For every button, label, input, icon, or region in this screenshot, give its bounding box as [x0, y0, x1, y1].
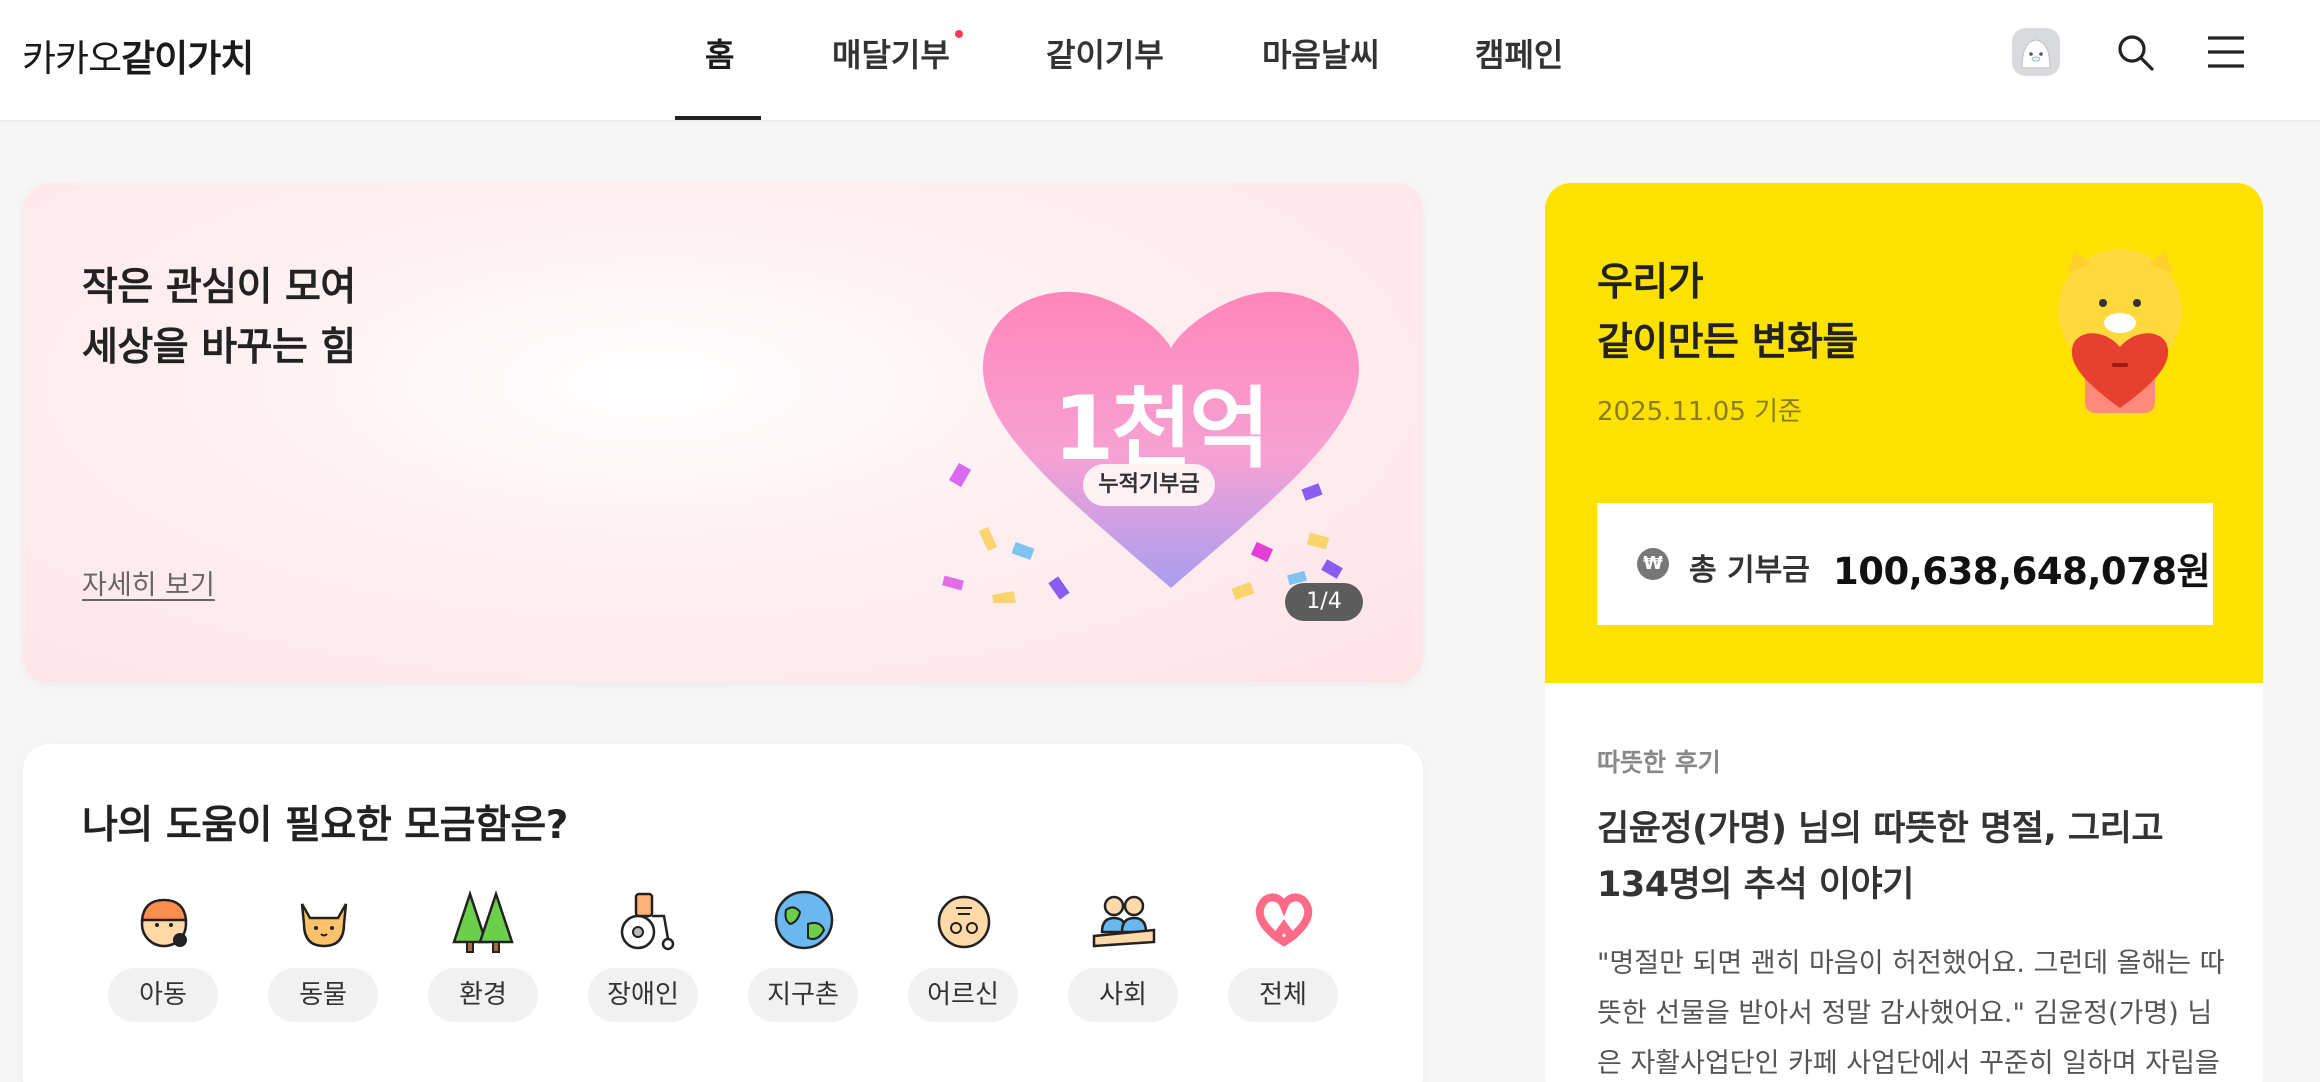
category-label: 어르신: [908, 968, 1018, 1022]
nav-active-underline: [675, 116, 761, 120]
category-elderly[interactable]: 어르신: [908, 884, 1020, 1022]
hero-title-line1: 작은 관심이 모여: [82, 265, 356, 310]
hero-banner[interactable]: 작은 관심이 모여 세상을 바꾸는 힘 자세히 보기 1천억 누적기부금 1/4: [23, 183, 1423, 683]
review-tag: 따뜻한 후기: [1597, 748, 1721, 777]
hero-title: 작은 관심이 모여 세상을 바꾸는 힘: [82, 258, 356, 378]
hero-title-line2: 세상을 바꾸는 힘: [82, 325, 356, 370]
total-donation-label: 총 기부금: [1689, 553, 1810, 588]
impact-date: 2025.11.05 기준: [1597, 397, 1802, 427]
category-environment[interactable]: 환경: [428, 884, 540, 1022]
impact-panel: 우리가 같이만든 변화들 2025.11.05 기준 ₩ 총 기부금 100,6…: [1545, 183, 2263, 1082]
nav-monthly[interactable]: 매달기부: [832, 30, 950, 76]
cat-icon: [300, 903, 348, 948]
search-icon[interactable]: [2115, 32, 2155, 72]
help-title: 나의 도움이 필요한 모금함은?: [82, 803, 568, 848]
category-disabled[interactable]: 장애인: [588, 884, 700, 1022]
avatar-face-icon: [2012, 28, 2060, 76]
ribbon-heart-icon: [1255, 893, 1313, 947]
banner-pager[interactable]: 1/4: [1285, 583, 1363, 621]
category-child[interactable]: 아동: [108, 884, 220, 1022]
top-header: 카카오같이가치 홈 매달기부 같이기부 마음날씨 캠페인: [0, 0, 2320, 122]
category-label: 동물: [268, 968, 378, 1022]
category-label: 지구촌: [748, 968, 858, 1022]
mascot-heart-icon: [2058, 249, 2182, 413]
category-label: 아동: [108, 968, 218, 1022]
won-icon: ₩: [1637, 548, 1669, 580]
logo-kakao: 카카오: [22, 37, 122, 80]
review-body: "명절만 되면 괜히 마음이 허전했어요. 그런데 올해는 따뜻한 선물을 받아…: [1597, 948, 2225, 1079]
nav-mood-weather[interactable]: 마음날씨: [1262, 30, 1380, 76]
globe-icon: [774, 890, 834, 950]
category-label: 장애인: [588, 968, 698, 1022]
elder-icon: [937, 895, 991, 949]
child-icon: [140, 898, 188, 948]
category-label: 사회: [1068, 968, 1178, 1022]
nav-together[interactable]: 같이기부: [1046, 30, 1164, 76]
heart-badge: 누적기부금: [1083, 464, 1215, 506]
site-logo[interactable]: 카카오같이가치: [22, 28, 254, 82]
impact-title-line2: 같이만든 변화들: [1597, 320, 1858, 365]
impact-title: 우리가 같이만든 변화들: [1597, 253, 1858, 373]
wheelchair-icon: [620, 892, 675, 951]
confetti: [948, 462, 972, 488]
help-categories-card: 나의 도움이 필요한 모금함은? 아동 동물 환경 장애인 지구촌 어르신 사회…: [23, 744, 1423, 1082]
review-title[interactable]: 김윤정(가명) 님의 따뜻한 명절, 그리고 134명의 추석 이야기: [1597, 801, 2197, 913]
impact-title-line1: 우리가: [1597, 260, 1704, 305]
nav-campaign[interactable]: 캠페인: [1475, 30, 1563, 76]
category-all[interactable]: 전체: [1228, 884, 1340, 1022]
logo-gachi: 같이가치: [121, 37, 254, 80]
trees-icon: [452, 890, 514, 953]
nav-home[interactable]: 홈: [705, 30, 734, 76]
new-badge-dot: [955, 30, 963, 38]
category-label: 환경: [428, 968, 538, 1022]
menu-icon[interactable]: [2206, 34, 2246, 70]
total-donation-value: 100,638,648,078원: [1833, 550, 2211, 593]
category-society[interactable]: 사회: [1068, 884, 1180, 1022]
category-animal[interactable]: 동물: [268, 884, 380, 1022]
category-global[interactable]: 지구촌: [748, 884, 860, 1022]
category-label: 전체: [1228, 968, 1338, 1022]
hero-detail-link[interactable]: 자세히 보기: [82, 563, 215, 602]
avatar[interactable]: [2012, 28, 2060, 76]
people-icon: [1092, 895, 1156, 948]
impact-summary: 우리가 같이만든 변화들 2025.11.05 기준 ₩ 총 기부금 100,6…: [1545, 183, 2263, 683]
total-donation-box: ₩ 총 기부금 100,638,648,078원: [1597, 503, 2213, 625]
